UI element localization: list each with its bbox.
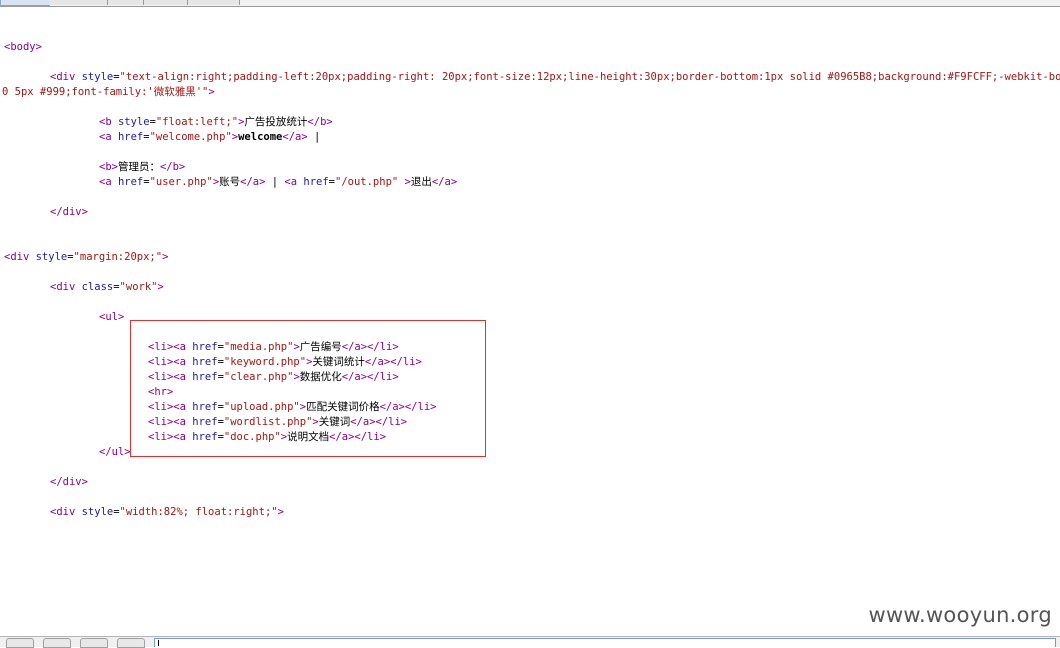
attr-value-token: "width:82%; float:right;" bbox=[119, 506, 278, 518]
tag-token: <a bbox=[284, 176, 304, 188]
source-line: </ul> bbox=[99, 445, 131, 459]
tag-token: <div bbox=[4, 251, 36, 263]
source-line: <div class="work"> bbox=[50, 280, 164, 294]
tab-bar bbox=[0, 0, 1060, 7]
tag-token: </b> bbox=[307, 116, 333, 128]
tag-token: <b bbox=[99, 116, 118, 128]
tag-token: > bbox=[277, 506, 284, 518]
tag-token: > bbox=[208, 86, 215, 98]
console-button[interactable] bbox=[6, 638, 34, 648]
source-line: <b style="float:left;">广告投放统计</b> bbox=[99, 115, 333, 129]
text-token: 退出 bbox=[410, 176, 432, 188]
attr-value-token: "/out.php" bbox=[335, 176, 399, 188]
tag-token: <ul> bbox=[99, 311, 125, 323]
tag-token: <body> bbox=[4, 41, 42, 53]
attr-value-token: "welcome.php" bbox=[149, 131, 232, 143]
tag-token: <div bbox=[50, 281, 82, 293]
text-token: 广告投放统计 bbox=[244, 116, 308, 128]
text-token: welcome bbox=[238, 131, 283, 143]
highlight-annotation-box bbox=[130, 320, 486, 457]
console-button[interactable] bbox=[80, 638, 108, 648]
source-line: 0 5px #999;font-family:'微软雅黑'"> bbox=[2, 85, 215, 99]
text-token: 账号 bbox=[219, 176, 241, 188]
tab[interactable] bbox=[144, 0, 188, 5]
source-line: <a href="user.php">账号</a> | <a href="/ou… bbox=[99, 175, 457, 189]
source-line: <div style="text-align:right;padding-lef… bbox=[50, 70, 1060, 84]
text-caret bbox=[158, 640, 159, 646]
tab-active[interactable] bbox=[0, 0, 50, 6]
attr-value-token: "float:left;" bbox=[155, 116, 239, 128]
tag-token: <div bbox=[50, 71, 82, 83]
source-view: <body> <div style="text-align:right;padd… bbox=[0, 0, 1060, 630]
tag-token: > bbox=[162, 251, 169, 263]
attr-value-token: "user.php" bbox=[149, 176, 213, 188]
source-line: <b>管理员：</b> bbox=[99, 160, 185, 174]
text-token: 管理员： bbox=[117, 161, 160, 173]
source-line: <div style="width:82%; float:right;"> bbox=[50, 505, 284, 519]
attr-name-token: href bbox=[117, 176, 144, 188]
attr-name-token: style bbox=[81, 506, 114, 518]
tag-token: <a bbox=[99, 176, 118, 188]
attr-value-token: "work" bbox=[119, 281, 158, 293]
tag-token: </a> bbox=[240, 176, 266, 188]
attr-name-token: href bbox=[117, 131, 144, 143]
source-line: </div> bbox=[50, 205, 88, 219]
watermark: www.wooyun.org bbox=[868, 603, 1052, 627]
tab[interactable] bbox=[188, 0, 240, 5]
tag-token: <div bbox=[50, 506, 82, 518]
attr-name-token: class bbox=[81, 281, 114, 293]
tag-token: </div> bbox=[50, 476, 88, 488]
text-token: | bbox=[265, 176, 285, 188]
source-line: <a href="welcome.php">welcome</a> | bbox=[99, 130, 320, 144]
attr-value-token: 0 5px #999;font-family:'微软雅黑'" bbox=[2, 86, 209, 98]
attr-name-token: style bbox=[35, 251, 68, 263]
tag-token: <a bbox=[99, 131, 118, 143]
tag-token: </b> bbox=[159, 161, 186, 173]
source-line: <div style="margin:20px;"> bbox=[4, 250, 168, 264]
text-token: | bbox=[307, 131, 321, 143]
tag-token: </a> bbox=[431, 176, 458, 188]
tab[interactable] bbox=[49, 0, 108, 5]
tag-token: </a> bbox=[282, 131, 308, 143]
source-line: <body> bbox=[4, 40, 42, 54]
source-line: <ul> bbox=[99, 310, 124, 324]
tag-token: </div> bbox=[50, 206, 88, 218]
console-button[interactable] bbox=[43, 638, 71, 648]
attr-name-token: style bbox=[117, 116, 150, 128]
attr-name-token: href bbox=[303, 176, 329, 188]
tab[interactable] bbox=[108, 0, 144, 5]
attr-value-token: "text-align:right;padding-left:20px;padd… bbox=[119, 71, 1060, 83]
attr-name-token: style bbox=[81, 71, 114, 83]
tag-token: > bbox=[398, 176, 411, 188]
console-button[interactable] bbox=[117, 638, 145, 648]
tag-token: </ul> bbox=[99, 446, 131, 458]
attr-value-token: "margin:20px;" bbox=[73, 251, 163, 263]
tag-token: <b> bbox=[99, 161, 118, 173]
source-line: </div> bbox=[50, 475, 88, 489]
tag-token: > bbox=[157, 281, 164, 293]
